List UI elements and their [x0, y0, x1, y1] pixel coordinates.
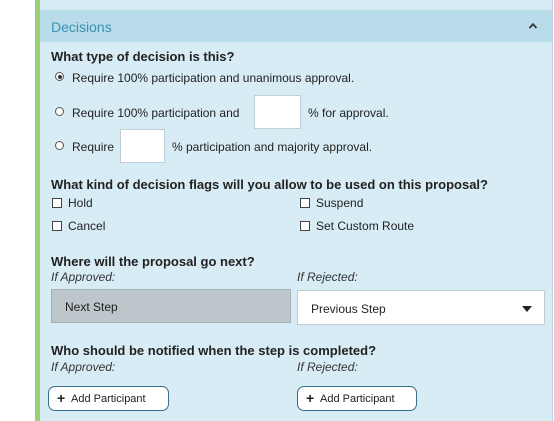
routing-question: Where will the proposal go next? — [51, 254, 255, 269]
radio-percent-approval-label: Require 100% participation and — [72, 106, 240, 120]
panel-header[interactable]: Decisions — [40, 10, 552, 42]
set-custom-route-label: Set Custom Route — [316, 219, 415, 233]
majority-suffix: % participation and majority approval. — [172, 140, 373, 154]
caret-down-icon — [522, 306, 532, 312]
cancel-checkbox[interactable] — [52, 221, 62, 231]
notify-if-approved-label: If Approved: — [51, 360, 116, 374]
decisions-panel: Decisions What type of decision is this?… — [35, 0, 553, 421]
set-custom-route-checkbox[interactable] — [300, 221, 310, 231]
if-rejected-label: If Rejected: — [297, 270, 358, 284]
add-participant-approved-button[interactable]: + Add Participant — [48, 386, 169, 411]
approval-percent-input[interactable] — [254, 95, 301, 129]
participation-percent-input[interactable] — [120, 129, 165, 163]
notify-if-rejected-label: If Rejected: — [297, 360, 358, 374]
approved-route-value: Next Step — [65, 300, 118, 314]
plus-icon: + — [57, 390, 66, 406]
notify-question: Who should be notified when the step is … — [51, 343, 377, 358]
suspend-checkbox[interactable] — [300, 198, 310, 208]
radio-unanimous-label: Require 100% participation and unanimous… — [72, 71, 355, 85]
if-approved-label: If Approved: — [51, 270, 116, 284]
rejected-route-value: Previous Step — [311, 302, 386, 316]
decision-type-question: What type of decision is this? — [51, 49, 235, 64]
panel-title: Decisions — [51, 19, 112, 35]
cancel-label: Cancel — [68, 219, 106, 233]
flags-question: What kind of decision flags will you all… — [51, 177, 488, 192]
suspend-label: Suspend — [316, 196, 364, 210]
radio-majority-label: Require — [72, 140, 115, 154]
radio-majority[interactable] — [55, 141, 64, 150]
plus-icon: + — [306, 390, 315, 406]
radio-unanimous[interactable] — [55, 72, 64, 81]
radio-percent-approval[interactable] — [55, 107, 64, 116]
approved-route-select: Next Step — [51, 289, 291, 323]
hold-label: Hold — [68, 196, 93, 210]
hold-checkbox[interactable] — [52, 198, 62, 208]
add-participant-rejected-button[interactable]: + Add Participant — [297, 386, 417, 411]
approval-percent-suffix: % for approval. — [308, 106, 389, 120]
rejected-route-select[interactable]: Previous Step — [297, 290, 545, 325]
chevron-up-icon[interactable] — [528, 21, 538, 31]
